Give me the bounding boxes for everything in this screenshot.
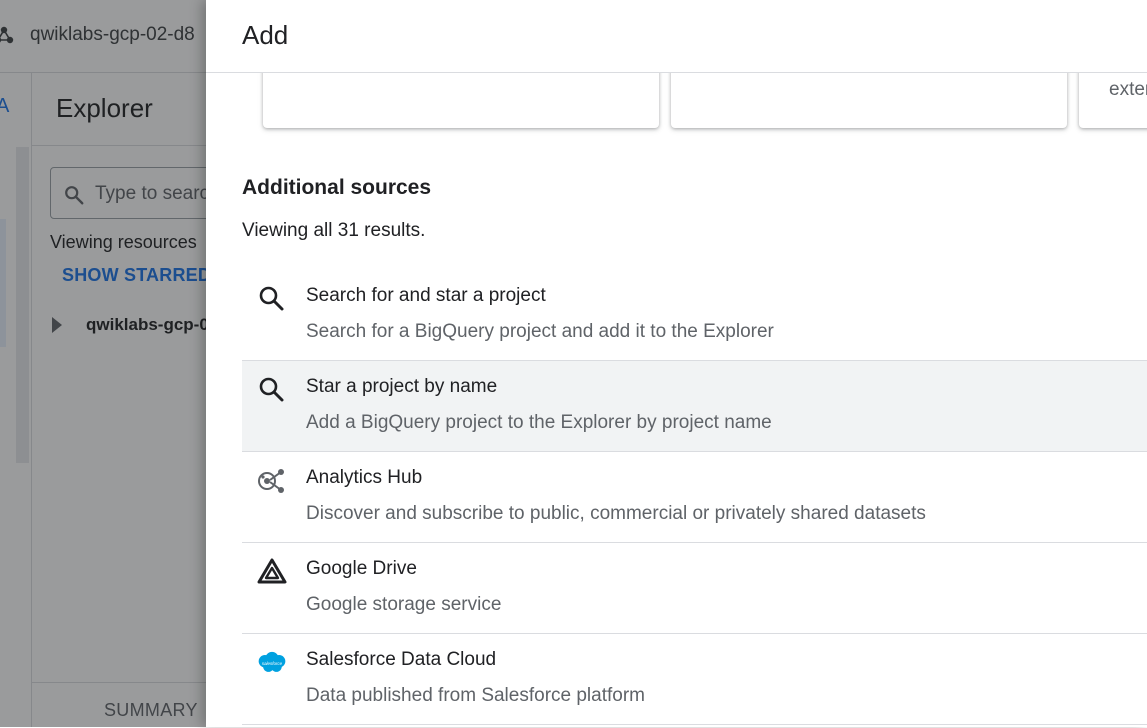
google-drive-icon (257, 558, 287, 584)
list-item-description: Google storage service (306, 594, 502, 615)
list-item-title: Search for and star a project (306, 285, 546, 306)
list-item-description: Discover and subscribe to public, commer… (306, 503, 926, 524)
panel-header: Add (206, 0, 1147, 73)
add-panel: Add exter Additional sources Viewing all… (206, 0, 1147, 727)
results-count: Viewing all 31 results. (242, 220, 426, 241)
panel-title: Add (242, 20, 289, 50)
source-card-label: exter (1109, 79, 1147, 100)
salesforce-icon: salesforce (258, 651, 286, 672)
list-item-description: Data published from Salesforce platform (306, 685, 645, 706)
list-item-description: Search for a BigQuery project and add it… (306, 321, 774, 342)
list-item-title: Analytics Hub (306, 467, 423, 488)
section-title: Additional sources (242, 176, 432, 199)
list-item-search-and-star[interactable]: Search for and star a project Search for… (242, 270, 1147, 361)
analytics-hub-icon (258, 469, 284, 493)
list-item-title: Star a project by name (306, 376, 498, 397)
sources-list: Search for and star a project Search for… (242, 270, 1147, 725)
search-icon (259, 377, 284, 402)
list-item-analytics-hub[interactable]: Analytics Hub Discover and subscribe to … (242, 452, 1147, 543)
salesforce-logo-text: salesforce (262, 661, 283, 666)
list-item-description: Add a BigQuery project to the Explorer b… (306, 412, 772, 433)
list-item-title: Salesforce Data Cloud (306, 649, 497, 670)
list-item-star-by-name[interactable]: Star a project by name Add a BigQuery pr… (242, 361, 1147, 452)
list-item-google-drive[interactable]: Google Drive Google storage service (242, 543, 1147, 634)
list-item-salesforce[interactable]: salesforce Salesforce Data Cloud Data pu… (242, 634, 1147, 725)
search-icon (259, 286, 284, 311)
list-item-title: Google Drive (306, 558, 417, 579)
